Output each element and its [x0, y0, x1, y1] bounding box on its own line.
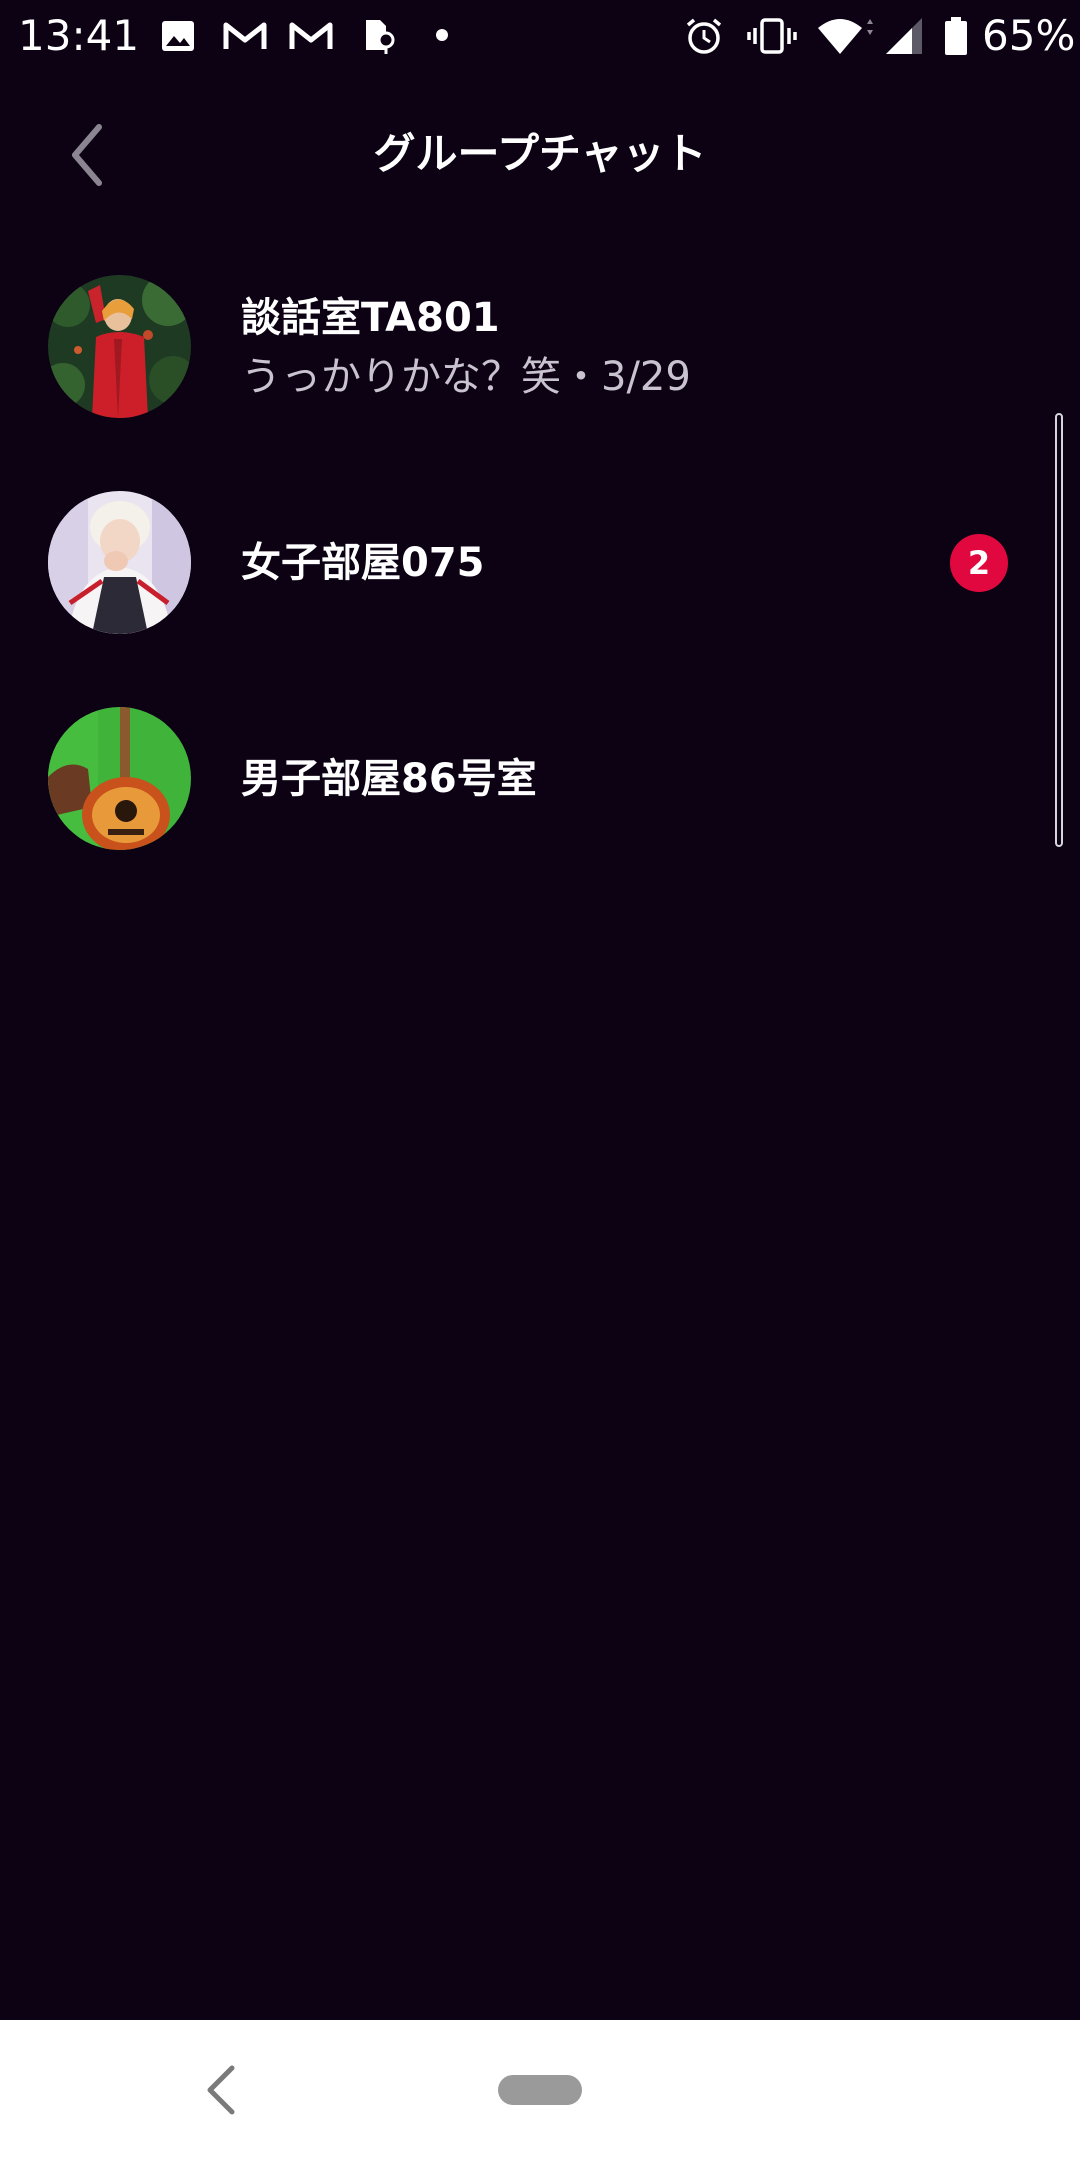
location-sim-icon: [366, 20, 395, 54]
avatar: [48, 491, 191, 634]
avatar-photo-person-track-jacket: [48, 491, 191, 634]
avatar-photo-acoustic-guitar: [48, 707, 191, 850]
chat-row[interactable]: 談話室TA801 うっかりかな？笑・3/29: [0, 255, 1080, 471]
unread-badge: 2: [950, 534, 1008, 592]
page-title: グループチャット: [373, 129, 707, 178]
vibrate-icon: [747, 18, 797, 54]
avatar: [48, 707, 191, 850]
chat-name: 談話室TA801: [241, 294, 500, 341]
back-button[interactable]: [50, 118, 124, 192]
chat-preview: うっかりかな？笑・3/29: [241, 353, 691, 400]
chat-row[interactable]: 女子部屋075 2: [0, 471, 1080, 687]
chat-row[interactable]: 男子部屋86号室: [0, 687, 1080, 903]
notification-dot: [436, 29, 448, 41]
signal-icon: [886, 18, 922, 54]
avatar-photo-person-red-jacket: [48, 275, 191, 418]
chat-name: 男子部屋86号室: [241, 755, 537, 802]
gmail-icon: [223, 22, 267, 49]
app-header: グループチャット: [0, 100, 1080, 210]
avatar: [48, 275, 191, 418]
gmail-icon: [289, 22, 333, 49]
group-chat-list: 談話室TA801 うっかりかな？笑・3/29 女子部屋075 2 男子部屋86号…: [0, 255, 1080, 903]
chevron-left-icon: [72, 124, 102, 186]
chat-text: 女子部屋075: [241, 471, 921, 654]
battery-percent: 65%: [982, 11, 1076, 60]
status-time: 13:41: [18, 11, 140, 60]
wifi-icon: [818, 19, 873, 54]
nav-back-icon[interactable]: [200, 2062, 244, 2118]
scrollbar[interactable]: [1055, 413, 1063, 847]
chat-text: 男子部屋86号室: [241, 687, 921, 870]
alarm-icon: [686, 18, 722, 54]
chat-name: 女子部屋075: [241, 539, 485, 586]
battery-icon: [945, 17, 967, 55]
status-bar: 13:41 65%: [0, 0, 1080, 72]
image-icon: [162, 21, 194, 51]
system-nav-bar: [0, 2020, 1080, 2160]
home-pill-icon[interactable]: [498, 2075, 582, 2105]
chat-text: 談話室TA801 うっかりかな？笑・3/29: [241, 255, 921, 438]
screen: 13:41 65% グループチャット 談話室TA801 うっかりかな？笑・3/2…: [0, 0, 1080, 2160]
